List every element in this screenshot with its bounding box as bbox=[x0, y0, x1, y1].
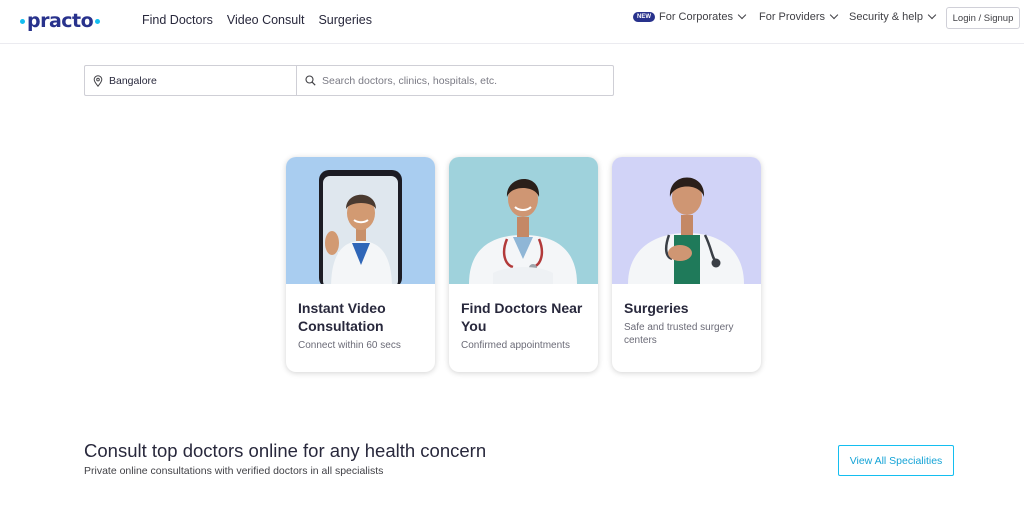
location-pin-icon bbox=[93, 74, 103, 87]
security-help-menu[interactable]: Security & help bbox=[849, 10, 937, 23]
location-box[interactable] bbox=[85, 66, 297, 95]
card-surgeries[interactable]: Surgeries Safe and trusted surgery cente… bbox=[612, 157, 761, 372]
new-badge: NEW bbox=[633, 12, 655, 22]
card-instant-video-consultation[interactable]: Instant Video Consultation Connect withi… bbox=[286, 157, 435, 372]
card-image-surgeries bbox=[612, 157, 761, 284]
card-image-video-consult bbox=[286, 157, 435, 284]
for-corporates-menu[interactable]: NEW For Corporates bbox=[633, 10, 747, 23]
card-subtitle: Confirmed appointments bbox=[461, 340, 570, 351]
login-signup-button[interactable]: Login / Signup bbox=[946, 7, 1020, 29]
main-nav: Find Doctors Video Consult Surgeries bbox=[142, 12, 372, 28]
search-input[interactable] bbox=[322, 74, 613, 87]
for-providers-menu[interactable]: For Providers bbox=[759, 10, 839, 23]
chevron-down-icon bbox=[927, 10, 937, 20]
security-help-label: Security & help bbox=[849, 11, 923, 23]
nav-video-consult[interactable]: Video Consult bbox=[227, 12, 305, 28]
query-box[interactable] bbox=[297, 66, 613, 95]
search-icon bbox=[305, 75, 316, 86]
view-all-specialities-button[interactable]: View All Specialities bbox=[838, 445, 954, 476]
nav-surgeries[interactable]: Surgeries bbox=[318, 12, 372, 28]
for-providers-label: For Providers bbox=[759, 11, 826, 23]
consult-section-title: Consult top doctors online for any healt… bbox=[84, 440, 487, 461]
card-title: Surgeries bbox=[624, 300, 689, 316]
card-subtitle: Safe and trusted surgery centers bbox=[624, 322, 734, 346]
consult-section-subtitle: Private online consultations with verifi… bbox=[84, 465, 384, 477]
nav-find-doctors[interactable]: Find Doctors bbox=[142, 12, 213, 28]
logo-dot-left bbox=[20, 18, 25, 24]
for-corporates-label: For Corporates bbox=[659, 11, 733, 23]
card-image-find-doctors bbox=[449, 157, 598, 284]
card-title: Find Doctors Near You bbox=[461, 300, 583, 334]
logo-text: practo bbox=[27, 10, 94, 32]
search-bar bbox=[84, 65, 614, 96]
card-title: Instant Video Consultation bbox=[298, 300, 386, 334]
chevron-down-icon bbox=[829, 10, 839, 20]
chevron-down-icon bbox=[737, 10, 747, 20]
location-input[interactable] bbox=[109, 74, 296, 87]
card-subtitle: Connect within 60 secs bbox=[298, 340, 401, 351]
top-header: practo Find Doctors Video Consult Surger… bbox=[0, 0, 1024, 44]
card-find-doctors-near-you[interactable]: Find Doctors Near You Confirmed appointm… bbox=[449, 157, 598, 372]
logo-dot-right bbox=[95, 18, 101, 24]
practo-logo[interactable]: practo bbox=[20, 9, 101, 33]
